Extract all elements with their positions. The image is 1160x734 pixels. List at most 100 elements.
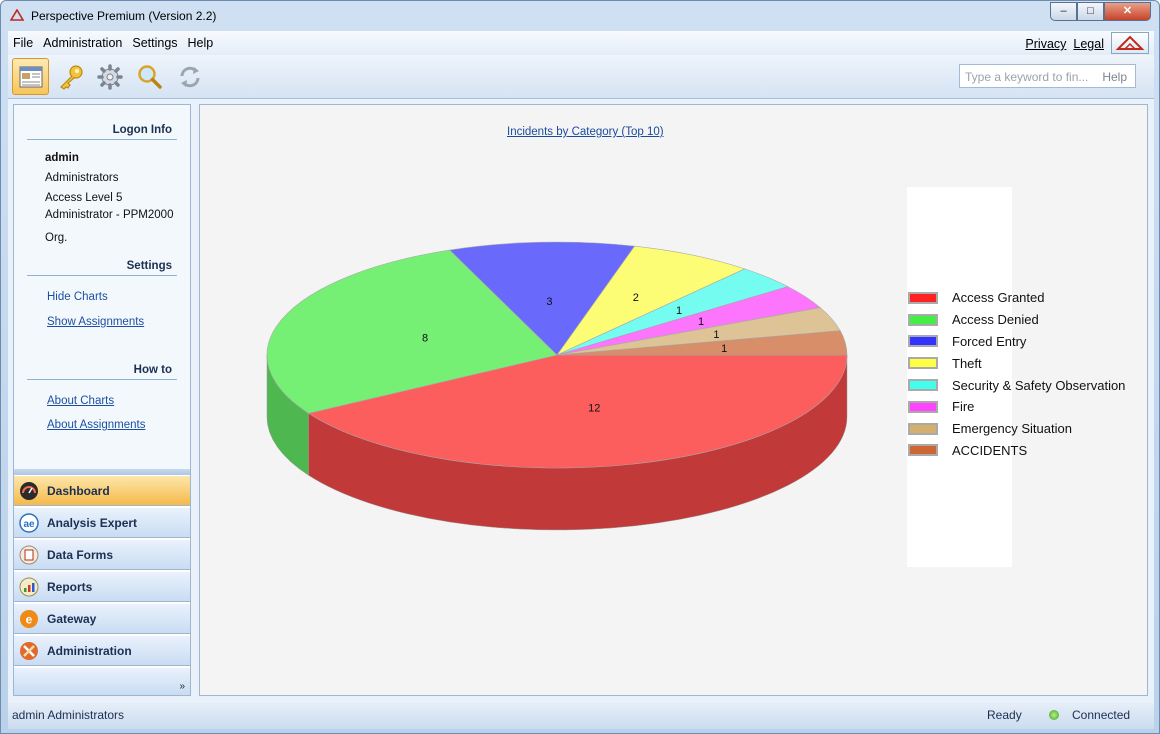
hide-charts-link[interactable]: Hide Charts <box>47 291 108 303</box>
legend-label: Security & Safety Observation <box>952 377 1126 393</box>
logon-info-heading: Logon Info <box>112 124 172 136</box>
pie-value-label: 1 <box>698 316 704 328</box>
svg-text:ae: ae <box>23 519 35 530</box>
nav-label: Analysis Expert <box>47 516 138 530</box>
connection-indicator-icon <box>1049 710 1059 720</box>
logon-org: Org. <box>45 232 68 244</box>
minimize-button[interactable]: ‒ <box>1050 2 1077 21</box>
logon-access-level: Access Level 5 <box>45 192 123 204</box>
status-user: admin Administrators <box>12 708 125 722</box>
nav-gateway[interactable]: e Gateway <box>14 603 190 634</box>
legend-swatch <box>908 313 938 326</box>
pie-value-label: 1 <box>676 305 682 317</box>
show-assignments-link[interactable]: Show Assignments <box>47 316 144 328</box>
dashboard-nav-icon <box>20 482 38 500</box>
maximize-button[interactable]: □ <box>1077 2 1104 21</box>
administration-icon <box>20 642 38 660</box>
menu-help[interactable]: Help <box>188 36 214 50</box>
legend-swatch <box>908 335 938 348</box>
toolbar: Type a keyword to fin... Help <box>8 55 1154 99</box>
divider <box>27 379 177 380</box>
pie-value-label: 1 <box>713 329 719 341</box>
nav-label: Administration <box>47 644 132 658</box>
nav-label: Gateway <box>47 612 97 626</box>
legend-item: Emergency Situation <box>908 418 1125 440</box>
status-ready: Ready <box>987 708 1022 722</box>
chart-legend: Access Granted Access Denied Forced Entry T… <box>908 287 1125 461</box>
nav-administration[interactable]: Administration <box>14 635 190 666</box>
legend-label: Forced Entry <box>952 333 1027 349</box>
app-window: Perspective Premium (Version 2.2) ‒ □ ✕ … <box>0 0 1160 734</box>
brand-logo-button[interactable] <box>1111 32 1149 54</box>
window-title: Perspective Premium (Version 2.2) <box>31 9 217 23</box>
legal-link[interactable]: Legal <box>1073 37 1104 51</box>
dashboard-panel: Incidents by Category (Top 10) 12 8 3 2 1 1 1 1… <box>199 104 1148 696</box>
search-box[interactable]: Type a keyword to fin... Help <box>959 64 1136 88</box>
legend-swatch <box>908 400 938 413</box>
title-bar: Perspective Premium (Version 2.2) ‒ □ ✕ <box>1 1 1159 31</box>
search-toolbar-button[interactable] <box>131 58 168 95</box>
settings-toolbar-button[interactable] <box>91 58 128 95</box>
menu-file[interactable]: File <box>13 36 33 50</box>
nav-label: Data Forms <box>47 548 114 562</box>
divider <box>27 139 177 140</box>
search-icon <box>137 64 162 89</box>
gateway-icon: e <box>20 610 38 628</box>
legend-swatch <box>908 379 938 392</box>
legend-label: ACCIDENTS <box>952 442 1028 458</box>
pie-value-label: 8 <box>422 333 428 345</box>
nav-analysis-expert[interactable]: ae Analysis Expert <box>14 507 190 538</box>
close-button[interactable]: ✕ <box>1104 2 1151 21</box>
pie-value-label: 1 <box>721 343 727 355</box>
nav-data-forms[interactable]: Data Forms <box>14 539 190 570</box>
about-assignments-link[interactable]: About Assignments <box>47 419 145 431</box>
legend-swatch <box>908 422 938 435</box>
reports-icon <box>19 577 39 597</box>
refresh-icon <box>180 66 199 87</box>
legend-label: Access Denied <box>952 312 1039 328</box>
client-area: File Administration Settings Help Privac… <box>8 31 1154 729</box>
gear-icon <box>96 63 123 90</box>
legend-label: Theft <box>952 355 982 371</box>
legend-item: Fire <box>908 396 1125 418</box>
key-icon <box>59 64 83 90</box>
menu-administration[interactable]: Administration <box>43 36 122 50</box>
legend-swatch <box>908 444 938 457</box>
about-charts-link[interactable]: About Charts <box>47 395 114 407</box>
svg-text:e: e <box>26 613 33 627</box>
refresh-toolbar-button[interactable] <box>171 58 208 95</box>
nav-overflow[interactable]: » <box>14 667 190 696</box>
legend-label: Emergency Situation <box>952 421 1072 437</box>
legend-item: Forced Entry <box>908 331 1125 353</box>
pie-chart: 1283 21111 <box>266 241 848 531</box>
logon-user: admin <box>45 152 79 164</box>
nav-more-button[interactable]: » <box>179 681 185 692</box>
pie-value-label: 2 <box>633 292 639 304</box>
settings-heading: Settings <box>126 260 172 272</box>
legend-item: Security & Safety Observation <box>908 374 1125 396</box>
key-toolbar-button[interactable] <box>52 58 89 95</box>
status-bar: admin Administrators Ready Connected <box>8 703 1154 729</box>
legend-swatch <box>908 357 938 370</box>
search-help-link[interactable]: Help <box>1102 70 1127 84</box>
dashboard-toolbar-button[interactable] <box>12 58 49 95</box>
data-forms-icon <box>19 545 39 565</box>
nav-reports[interactable]: Reports <box>14 571 190 602</box>
legend-swatch <box>908 291 938 304</box>
nav-label: Reports <box>47 580 93 594</box>
app-logo-icon <box>10 9 24 21</box>
menu-settings[interactable]: Settings <box>132 36 177 50</box>
logon-group: Administrators <box>45 172 119 184</box>
analysis-expert-icon: ae <box>19 513 39 533</box>
legend-item: Access Granted <box>908 287 1125 309</box>
divider <box>27 275 177 276</box>
info-box: Logon Info admin Administrators Access L… <box>14 105 190 469</box>
privacy-link[interactable]: Privacy <box>1025 37 1066 51</box>
search-input[interactable]: Type a keyword to fin... <box>965 70 1095 84</box>
legend-item: ACCIDENTS <box>908 440 1125 462</box>
pie-value-label: 3 <box>546 296 552 308</box>
legend-item: Access Denied <box>908 309 1125 331</box>
nav-dashboard[interactable]: Dashboard <box>14 475 190 506</box>
logon-admin-name: Administrator - PPM2000 <box>45 209 174 221</box>
dashboard-icon <box>19 66 42 87</box>
